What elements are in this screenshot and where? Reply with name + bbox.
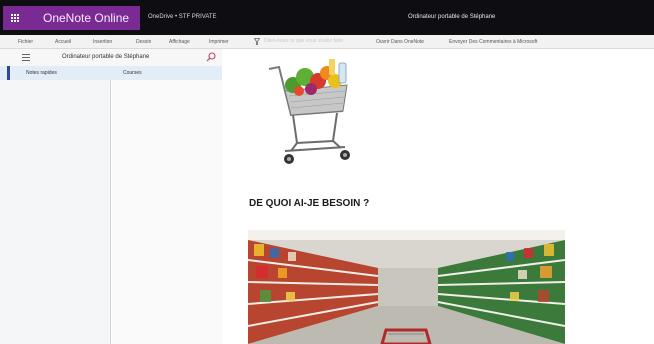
tab-insert[interactable]: Insertion (93, 38, 112, 46)
page-item-courses[interactable]: Courses (123, 69, 142, 77)
section-color-marker (7, 66, 10, 80)
tell-me-placeholder: Dites-nous ce que vous voulez faire (264, 38, 344, 44)
page-canvas[interactable]: DE QUOI AI-JE BESOIN ? (223, 49, 654, 344)
tab-view[interactable]: Affichage (169, 38, 190, 46)
app-launcher-icon (10, 13, 20, 23)
supermarket-aisle-image (248, 230, 565, 344)
document-title: Ordinateur portable de Stéphane (408, 14, 496, 20)
tell-me-box[interactable]: Dites-nous ce que vous voulez faire (254, 38, 366, 46)
tab-home[interactable]: Accueil (55, 38, 71, 46)
tab-draw[interactable]: Dessin (136, 38, 151, 46)
send-feedback-button[interactable]: Envoyer Des Commentaires à Microsoft (449, 38, 537, 46)
navigation-pane: Ordinateur portable de Stéphane Notes ra… (0, 49, 222, 344)
section-list (0, 66, 111, 344)
shopping-cart-image (268, 59, 350, 164)
lightbulb-icon (254, 38, 260, 45)
tab-print[interactable]: Imprimer (209, 38, 229, 46)
page-heading[interactable]: DE QUOI AI-JE BESOIN ? (249, 197, 369, 211)
notebook-name[interactable]: Ordinateur portable de Stéphane (62, 53, 149, 62)
app-brand[interactable]: OneNote Online (27, 6, 140, 30)
app-bar: OneNote Online OneDrive • STF PRIVATE Or… (0, 0, 654, 35)
breadcrumb[interactable]: OneDrive • STF PRIVATE (148, 11, 217, 23)
app-launcher-button[interactable] (3, 6, 27, 30)
search-icon[interactable] (206, 52, 216, 62)
section-item-quick-notes[interactable]: Notes rapides (26, 69, 57, 77)
selected-row: Notes rapides Courses (0, 66, 222, 80)
ribbon-bar: Fichier Accueil Insertion Dessin Afficha… (0, 35, 654, 49)
notebook-header: Ordinateur portable de Stéphane (0, 49, 222, 66)
open-in-onenote-button[interactable]: Ouvrir Dans OneNote (376, 38, 424, 46)
hamburger-icon[interactable] (22, 54, 30, 61)
page-list (112, 80, 222, 344)
tab-file[interactable]: Fichier (18, 38, 33, 46)
